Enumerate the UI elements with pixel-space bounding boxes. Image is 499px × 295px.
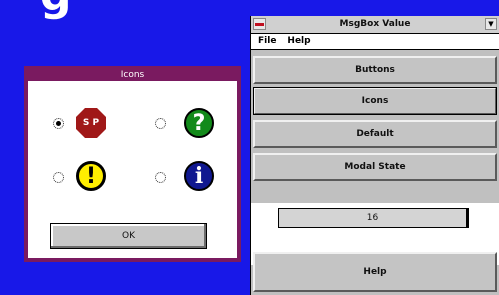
icons-dialog: Icons S P ? ! i OK <box>24 66 241 262</box>
question-icon: ? <box>184 108 214 138</box>
exclamation-icon: ! <box>76 161 106 191</box>
value-display: 16 <box>278 208 469 228</box>
icons-dialog-client: S P ? ! i OK <box>28 81 237 258</box>
window-title: MsgBox Value <box>251 16 499 34</box>
help-button[interactable]: Help <box>253 252 497 292</box>
dropdown-arrow-icon[interactable]: ▼ <box>485 18 497 30</box>
radio-exclamation[interactable] <box>53 172 64 183</box>
ok-button[interactable]: OK <box>50 223 207 249</box>
menu-file[interactable]: File <box>258 36 276 46</box>
system-menu-icon[interactable] <box>253 18 266 30</box>
icons-button[interactable]: Icons <box>253 87 497 115</box>
radio-question[interactable] <box>155 118 166 129</box>
stop-icon: S P <box>76 108 106 138</box>
background-title-fragment: g <box>40 0 71 21</box>
buttons-button[interactable]: Buttons <box>253 56 497 84</box>
icons-dialog-title: Icons <box>120 70 145 80</box>
msgbox-value-window: MsgBox Value ▼ File Help Buttons Icons De… <box>250 16 499 295</box>
radio-stop[interactable] <box>53 118 64 129</box>
radio-information[interactable] <box>155 172 166 183</box>
menu-help[interactable]: Help <box>287 36 310 46</box>
information-icon: i <box>184 161 214 191</box>
modal-state-button[interactable]: Modal State <box>253 153 497 181</box>
default-button[interactable]: Default <box>253 120 497 148</box>
menu-bar: File Help <box>251 34 499 50</box>
